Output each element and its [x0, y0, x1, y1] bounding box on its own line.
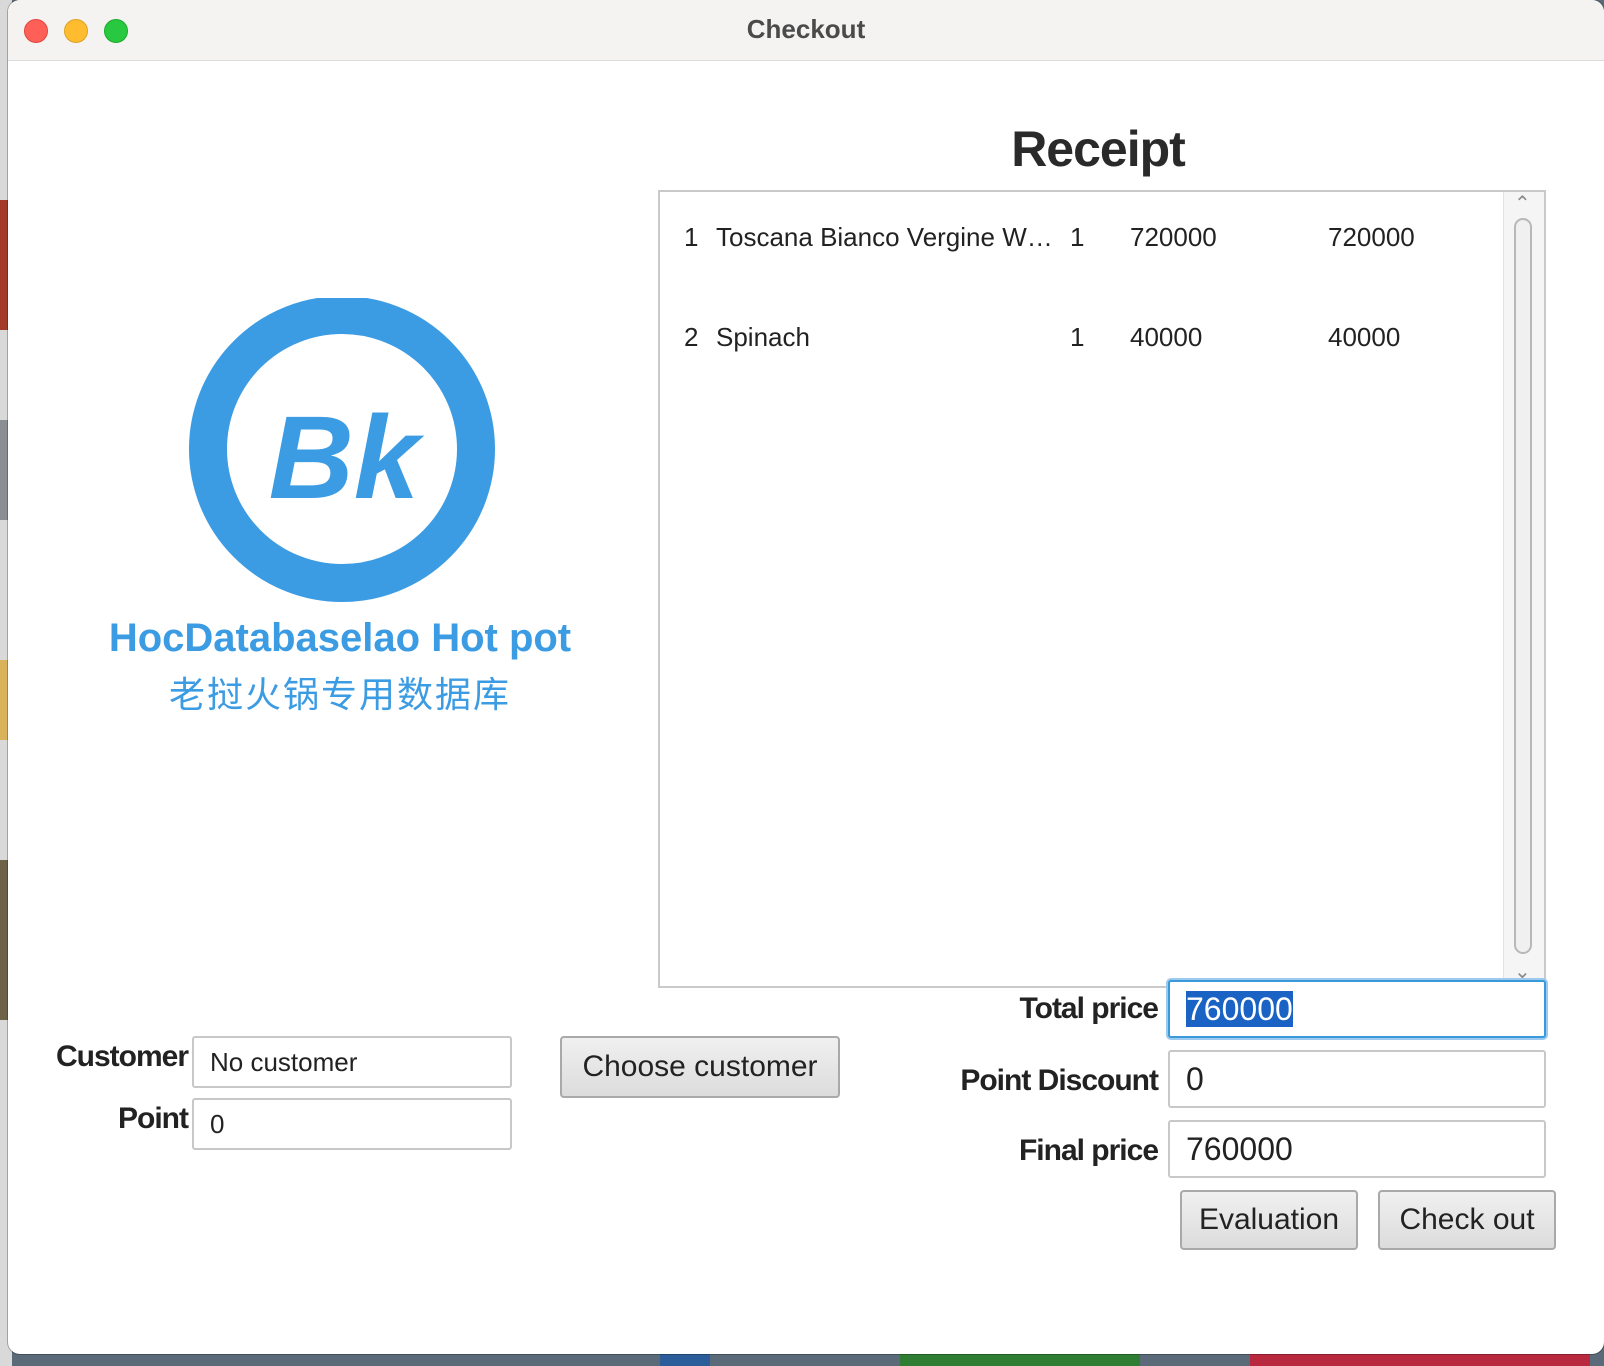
final-price-field[interactable]	[1168, 1120, 1546, 1178]
point-discount-label: Point Discount	[960, 1064, 1159, 1097]
scrollbar-thumb[interactable]	[1514, 218, 1532, 954]
point-label: Point	[118, 1102, 189, 1135]
customer-field[interactable]	[192, 1036, 512, 1088]
customer-label: Customer	[55, 1040, 189, 1073]
row-total: 40000	[1328, 322, 1401, 352]
total-price-label: Total price	[1019, 992, 1159, 1025]
checkout-button[interactable]: Check out	[1378, 1190, 1556, 1250]
row-unit-price: 40000	[1130, 322, 1203, 352]
background-tile	[900, 1354, 1140, 1366]
choose-customer-button[interactable]: Choose customer	[560, 1036, 840, 1098]
row-item-name: Toscana Bianco Vergine Whit...	[716, 222, 1056, 252]
selected-text: 760000	[1186, 991, 1293, 1027]
receipt-row[interactable]: 2 Spinach 1 40000 40000	[660, 322, 1520, 362]
row-item-name: Spinach	[716, 322, 810, 352]
receipt-list[interactable]: 1 Toscana Bianco Vergine Whit... 1 72000…	[658, 190, 1546, 988]
row-quantity: 1	[1070, 222, 1085, 252]
window-title: Checkout	[746, 14, 866, 44]
receipt-row[interactable]: 1 Toscana Bianco Vergine Whit... 1 72000…	[660, 222, 1520, 262]
background-tile	[660, 1354, 710, 1366]
brand-subtitle: 老挝火锅专用数据库	[168, 674, 511, 715]
total-price-field[interactable]: 760000	[1168, 980, 1546, 1038]
row-quantity: 1	[1070, 322, 1085, 352]
background-tile	[1250, 1354, 1590, 1366]
final-price-label: Final price	[1018, 1134, 1159, 1167]
row-total: 720000	[1328, 222, 1415, 252]
row-unit-price: 720000	[1130, 222, 1217, 252]
checkout-window: Checkout Bk HocDatabaselao Hot pot 老挝火锅专…	[8, 0, 1604, 1354]
point-field[interactable]	[192, 1098, 512, 1150]
chevron-up-icon[interactable]: ⌃	[1514, 194, 1531, 214]
evaluation-button[interactable]: Evaluation	[1180, 1190, 1358, 1250]
receipt-title: Receipt	[1011, 121, 1186, 177]
row-index: 2	[684, 322, 699, 352]
chevron-down-icon[interactable]: ⌄	[1514, 962, 1531, 982]
brand-name: HocDatabaselao Hot pot	[108, 616, 572, 660]
receipt-scrollbar[interactable]: ⌃ ⌄	[1503, 192, 1544, 986]
row-index: 1	[684, 222, 699, 252]
title-bar: Checkout	[8, 0, 1604, 61]
brand-logo-icon: Bk	[189, 298, 495, 602]
logo-text: Bk	[269, 392, 425, 524]
point-discount-field[interactable]	[1168, 1050, 1546, 1108]
